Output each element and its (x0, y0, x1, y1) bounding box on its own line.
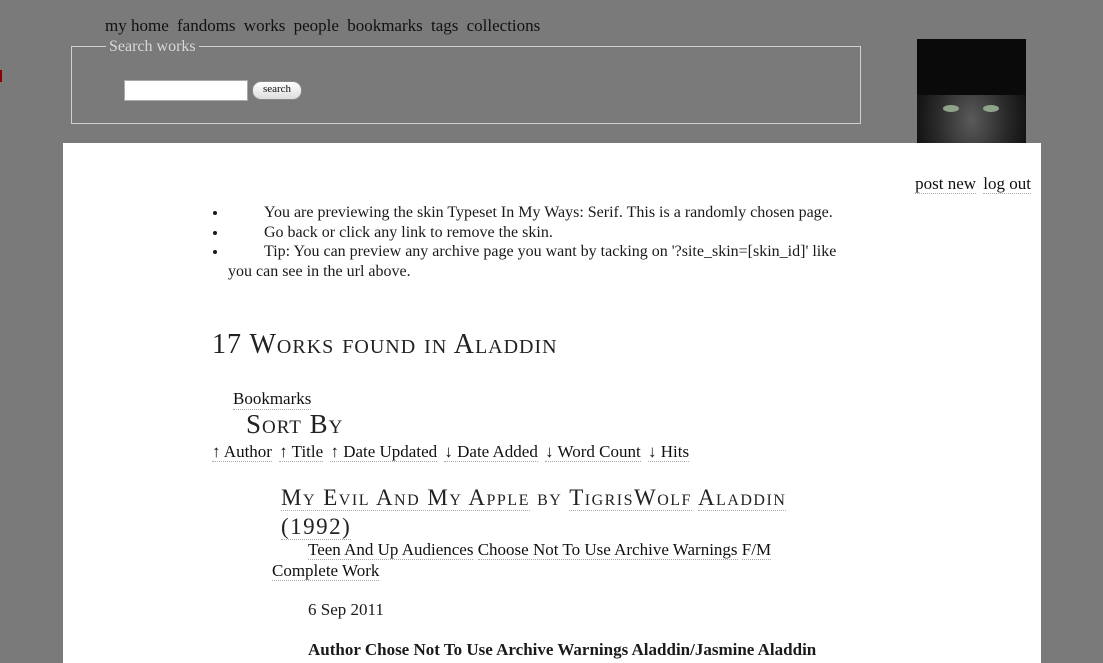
nav-collections[interactable]: collections (467, 16, 541, 35)
warnings-tag[interactable]: Choose Not To Use Archive Warnings (477, 540, 738, 560)
notice-item: Tip: You can preview any archive page yo… (228, 242, 854, 281)
log-out-link[interactable]: log out (983, 174, 1031, 194)
status-tag[interactable]: Complete Work (272, 561, 380, 581)
work-title-link[interactable]: My Evil And My Apple (281, 485, 530, 511)
sort-author[interactable]: ↑ Author (212, 442, 272, 462)
search-input[interactable] (124, 80, 248, 101)
bookmarks-link[interactable]: Bookmarks (233, 389, 312, 410)
main-nav: my home fandoms works people bookmarks t… (105, 16, 544, 36)
sort-by-heading: Sort By (246, 409, 344, 439)
avatar-eye-left (943, 105, 959, 112)
skin-preview-notice: You are previewing the skin Typeset In M… (214, 203, 854, 281)
work-date: 6 Sep 2011 (308, 600, 384, 619)
sort-links: ↑ Author ↑ Title ↑ Date Updated ↓ Date A… (212, 442, 692, 462)
work-by: by (537, 485, 563, 510)
work-heading: My Evil And My Apple by TigrisWolf Aladd… (281, 483, 841, 541)
sort-title[interactable]: ↑ Title (279, 442, 324, 462)
search-works-box: Search works search (71, 38, 861, 124)
edge-marker (0, 70, 2, 82)
category-tag[interactable]: F/M (741, 540, 772, 560)
user-avatar[interactable] (917, 39, 1026, 147)
sort-date-added[interactable]: ↓ Date Added (444, 442, 538, 462)
notice-item: Go back or click any link to remove the … (228, 223, 854, 243)
post-new-link[interactable]: post new (915, 174, 977, 194)
work-tags-line: Author Chose Not To Use Archive Warnings… (308, 640, 817, 659)
work-author-link[interactable]: TigrisWolf (569, 485, 692, 511)
user-links: post new log out (912, 174, 1031, 194)
notice-item: You are previewing the skin Typeset In M… (228, 203, 854, 223)
work-required-tags: Teen And Up Audiences Choose Not To Use … (272, 539, 832, 581)
avatar-eye-right (983, 105, 999, 112)
nav-works[interactable]: works (244, 16, 286, 35)
nav-tags[interactable]: tags (431, 16, 458, 35)
nav-my-home[interactable]: my home (105, 16, 169, 35)
search-legend: Search works (106, 38, 199, 56)
rating-tag[interactable]: Teen And Up Audiences (308, 540, 474, 560)
main-content: post new log out You are previewing the … (63, 143, 1041, 663)
avatar-hair (917, 39, 1026, 95)
sort-word-count[interactable]: ↓ Word Count (545, 442, 641, 462)
page-heading: 17 Works found in Aladdin (212, 329, 558, 360)
nav-bookmarks[interactable]: bookmarks (347, 16, 423, 35)
nav-fandoms[interactable]: fandoms (177, 16, 236, 35)
sort-hits[interactable]: ↓ Hits (647, 442, 690, 462)
sort-date-updated[interactable]: ↑ Date Updated (330, 442, 438, 462)
nav-people[interactable]: people (294, 16, 339, 35)
search-button[interactable]: search (252, 81, 302, 100)
